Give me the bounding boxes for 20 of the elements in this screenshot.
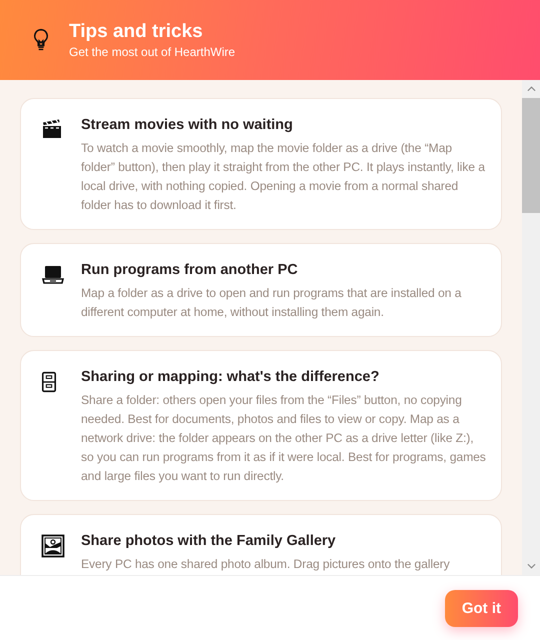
tip-text: Every PC has one shared photo album. Drag pictures onto the gallery	[81, 556, 451, 573]
tip-title: Sharing or mapping: what's the difference?	[81, 368, 380, 387]
dialog-title: Tips and tricks	[69, 20, 204, 44]
scrollbar[interactable]	[522, 80, 540, 575]
laptop-icon	[41, 263, 65, 285]
dialog-subtitle: Get the most out of HearthWire	[69, 44, 236, 60]
clapperboard-icon	[41, 118, 63, 140]
tip-title: Share photos with the Family Gallery	[81, 532, 337, 551]
tip-text: To watch a movie smoothly, map the movie folder as a drive (the “Map folder” button), then play it straight from the other PC. It plays instantly, like a local drive, with nothing copied. Opening a movie from a normal shared folder has to download it first.	[81, 140, 486, 214]
scrollbar-thumb[interactable]	[522, 98, 540, 213]
tip-text: Map a folder as a drive to open and run programs that are installed on a different computer at home, without installing them again.	[81, 285, 462, 321]
tip-title: Run programs from another PC	[81, 261, 299, 280]
scroll-up-icon[interactable]	[526, 86, 536, 92]
scroll-down-icon[interactable]	[526, 563, 536, 569]
lightbulb-icon	[32, 28, 50, 52]
filing-cabinet-icon	[41, 370, 57, 394]
got-it-button[interactable]: Got it	[444, 590, 518, 626]
framed-picture-icon	[41, 534, 65, 558]
tip-title: Stream movies with no waiting	[81, 116, 294, 135]
tip-text: Share a folder: others open your files from the “Files” button, no copying needed. Best for documents, photos and files to view or copy. Map as a network drive: the folder appears on the other PC as a drive letter (like Z:), so you can run programs from it as if it were local. Best for programs, games and large files you want to run directly.	[81, 392, 487, 485]
